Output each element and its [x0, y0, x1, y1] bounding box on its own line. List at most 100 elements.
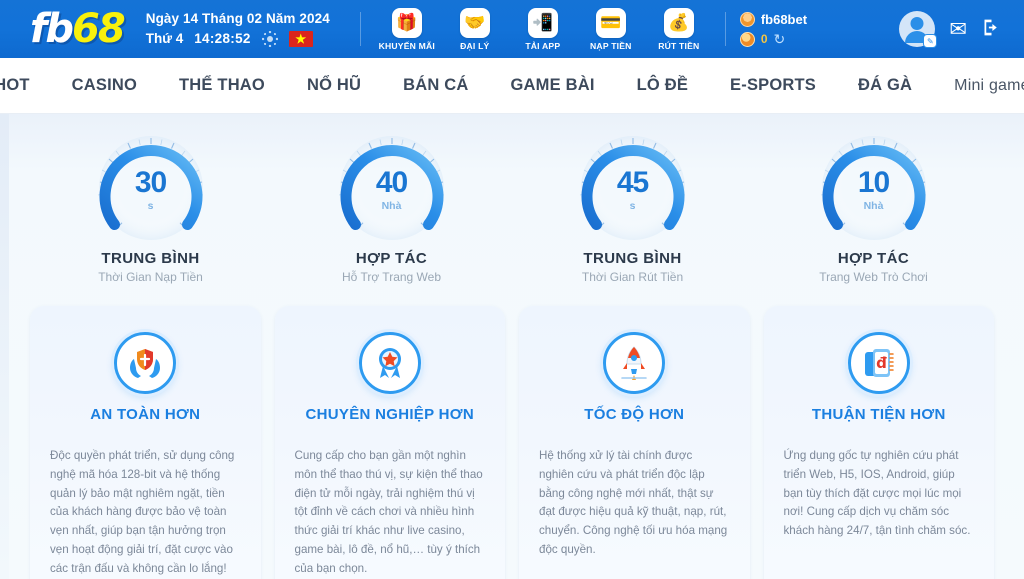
gauge-title-4: HỢP TÁC [838, 250, 909, 267]
feature-card-professional[interactable]: CHUYÊN NGHIỆP HƠN Cung cấp cho bạn gần m… [275, 306, 506, 579]
nav-item-casino[interactable]: CASINO [51, 76, 158, 95]
nav-item-ban-ca[interactable]: BÁN CÁ [382, 76, 489, 95]
gauge-deposit-time: 30 s TRUNG BÌNH Thời Gian Nạp Tiền [51, 132, 251, 284]
quicknav-download-app[interactable]: 📲 TẢI APP [509, 8, 577, 51]
feature-card-body-4: Ứng dụng gốc tự nghiên cứu phát triển We… [784, 447, 975, 541]
feature-card-title-2: CHUYÊN NGHIỆP HƠN [295, 406, 486, 423]
flag-star-glyph: ★ [295, 33, 306, 45]
medal-star-svg [371, 344, 409, 382]
avatar-head-shape [911, 17, 924, 30]
quicknav-withdraw[interactable]: 💰 RÚT TIỀN [645, 8, 713, 51]
quicknav-download-app-label: TẢI APP [525, 41, 560, 51]
quicknav-promotions[interactable]: 🎁 KHUYẾN MÃI [373, 8, 441, 51]
award-medal-star-icon [359, 332, 421, 394]
gauge-partner-game-sites: 10 Nhà HỢP TÁC Trang Web Trò Chơi [774, 132, 974, 284]
header-divider-1 [360, 12, 361, 46]
datetime-block: Ngày 14 Tháng 02 Năm 2024 Thứ 4 14:28:52… [146, 9, 330, 48]
quick-nav-group: 🎁 KHUYẾN MÃI 🤝 ĐẠI LÝ 📲 TẢI APP 💳 NẠP TI… [373, 8, 713, 51]
gauge-title-1: TRUNG BÌNH [101, 250, 199, 267]
nav-item-mini-game[interactable]: Mini game [933, 77, 1024, 95]
nav-item-da-ga[interactable]: ĐÁ GÀ [837, 76, 933, 95]
quicknav-agent[interactable]: 🤝 ĐẠI LÝ [441, 8, 509, 51]
coin-icon [740, 32, 755, 47]
page-content: 30 s TRUNG BÌNH Thời Gian Nạp Tiền [0, 114, 1024, 579]
account-balance-row[interactable]: 0 ↻ [740, 32, 807, 47]
header-actions-group: ✎ ✉ [899, 0, 1002, 58]
current-time: 14:28:52 [194, 29, 250, 49]
site-logo[interactable]: fb68 [30, 9, 124, 49]
page-root: fb68 Ngày 14 Tháng 02 Năm 2024 Thứ 4 14:… [0, 0, 1024, 579]
logo-text-fb: fb [30, 6, 72, 52]
feature-card-title-1: AN TOÀN HƠN [50, 406, 241, 423]
nav-item-the-thao[interactable]: THỂ THAO [158, 76, 286, 95]
refresh-icon[interactable]: ↻ [774, 32, 786, 46]
nav-item-hot[interactable]: HOT [0, 76, 51, 95]
gauge-unit-1: s [91, 200, 211, 212]
money-bag-withdraw-icon: 💰 [664, 8, 694, 38]
gauge-graphic-3: 45 s [573, 132, 693, 244]
feature-card-row: AN TOÀN HƠN Độc quyền phát triển, sử dụn… [0, 284, 1024, 579]
top-header-bar: fb68 Ngày 14 Tháng 02 Năm 2024 Thứ 4 14:… [0, 0, 1024, 58]
quicknav-deposit[interactable]: 💳 NẠP TIỀN [577, 8, 645, 51]
handshake-icon: 🤝 [460, 8, 490, 38]
gauge-unit-3: s [573, 200, 693, 212]
download-app-icon: 📲 [528, 8, 558, 38]
stats-gauge-row: 30 s TRUNG BÌNH Thời Gian Nạp Tiền [0, 132, 1024, 284]
feature-card-body-2: Cung cấp cho bạn gần một nghìn môn thể t… [295, 447, 486, 578]
gauge-withdraw-time: 45 s TRUNG BÌNH Thời Gian Rút Tiền [533, 132, 733, 284]
sun-icon [262, 31, 278, 47]
mobile-payment-dong-icon: đ [848, 332, 910, 394]
user-avatar-icon [740, 12, 755, 27]
nav-item-e-sports[interactable]: E-SPORTS [709, 76, 837, 95]
gauge-graphic-2: 40 Nhà [332, 132, 452, 244]
logo-text-68: 68 [72, 6, 124, 52]
nav-item-no-hu[interactable]: NỔ HŨ [286, 76, 382, 95]
vietnam-flag-icon[interactable]: ★ [289, 31, 313, 47]
feature-card-convenience[interactable]: đ THUẬN TIỆN HƠN Ứng dụng gốc tự nghiên … [764, 306, 995, 579]
card-icon-wrap-2 [295, 332, 486, 394]
quicknav-agent-label: ĐẠI LÝ [460, 41, 489, 51]
gauge-title-3: TRUNG BÌNH [583, 250, 681, 267]
feature-card-title-3: TỐC ĐỘ HƠN [539, 406, 730, 423]
gauge-value-3: 45 [573, 166, 693, 200]
gauge-graphic-4: 10 Nhà [814, 132, 934, 244]
account-username-row[interactable]: fb68bet [740, 12, 807, 27]
rocket-icon [603, 332, 665, 394]
logout-icon[interactable] [981, 17, 1002, 42]
wallet-deposit-icon: 💳 [596, 8, 626, 38]
feature-card-security[interactable]: AN TOÀN HƠN Độc quyền phát triển, sử dụn… [30, 306, 261, 579]
gauge-title-2: HỢP TÁC [356, 250, 427, 267]
quicknav-promotions-label: KHUYẾN MÃI [379, 41, 435, 51]
account-username: fb68bet [761, 12, 807, 27]
gauge-value-2: 40 [332, 166, 452, 200]
feature-card-body-3: Hệ thống xử lý tài chính được nghiên cứu… [539, 447, 730, 560]
gift-icon: 🎁 [392, 8, 422, 38]
shield-hands-svg [125, 346, 165, 380]
nav-item-game-bai[interactable]: GAME BÀI [490, 76, 616, 95]
card-icon-wrap-1 [50, 332, 241, 394]
current-weekday: Thứ 4 [146, 29, 184, 49]
gauge-unit-2: Nhà [332, 200, 452, 212]
card-icon-wrap-3 [539, 332, 730, 394]
datetime-second-row: Thứ 4 14:28:52 ★ [146, 29, 330, 49]
quicknav-deposit-label: NẠP TIỀN [590, 41, 632, 51]
gauge-partner-websites: 40 Nhà HỢP TÁC Hỗ Trợ Trang Web [292, 132, 492, 284]
gauge-subtitle-2: Hỗ Trợ Trang Web [342, 270, 441, 284]
feature-card-body-1: Độc quyền phát triển, sử dụng công nghệ … [50, 447, 241, 578]
gauge-subtitle-3: Thời Gian Rút Tiền [582, 270, 683, 284]
profile-edit-avatar-icon[interactable]: ✎ [899, 11, 935, 47]
gauge-graphic-1: 30 s [91, 132, 211, 244]
quicknav-withdraw-label: RÚT TIỀN [658, 41, 699, 51]
rocket-svg [617, 344, 651, 382]
main-navigation-bar: HOT CASINO THỂ THAO NỔ HŨ BÁN CÁ GAME BÀ… [0, 58, 1024, 114]
mail-icon[interactable]: ✉ [949, 19, 967, 40]
feature-card-speed[interactable]: TỐC ĐỘ HƠN Hệ thống xử lý tài chính được… [519, 306, 750, 579]
mobile-dong-svg: đ [861, 345, 897, 381]
gauge-subtitle-4: Trang Web Trò Chơi [819, 270, 928, 284]
nav-item-lo-de[interactable]: LÔ ĐỀ [616, 76, 709, 95]
logout-icon-svg [981, 17, 1002, 38]
svg-text:đ: đ [876, 354, 887, 372]
gauge-unit-4: Nhà [814, 200, 934, 212]
header-divider-2 [725, 12, 726, 46]
hands-holding-shield-icon [114, 332, 176, 394]
